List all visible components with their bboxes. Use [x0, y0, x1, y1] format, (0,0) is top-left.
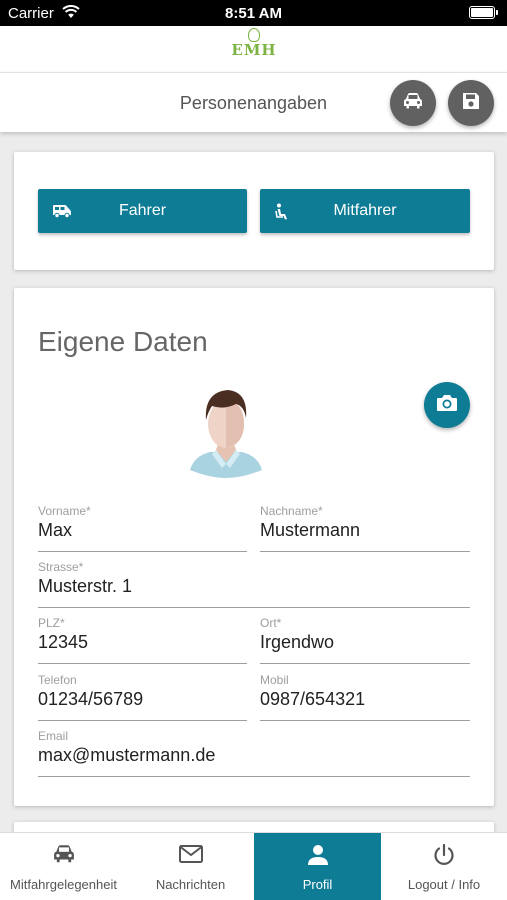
vorname-field[interactable]: Vorname* Max [38, 504, 247, 552]
tab-nachrichten[interactable]: Nachrichten [127, 833, 254, 900]
email-value[interactable]: max@mustermann.de [38, 745, 215, 766]
telefon-value[interactable]: 01234/56789 [38, 689, 143, 710]
email-field[interactable]: Email max@mustermann.de [38, 729, 470, 777]
bottom-tab-bar: Mitfahrgelegenheit Nachrichten Profil Lo… [0, 832, 507, 900]
mobil-value[interactable]: 0987/654321 [260, 689, 365, 710]
strasse-field[interactable]: Strasse* Musterstr. 1 [38, 560, 470, 608]
person-icon [254, 843, 381, 867]
vorname-value[interactable]: Max [38, 520, 72, 541]
driver-label: Fahrer [118, 202, 167, 219]
vorname-label: Vorname* [38, 504, 91, 518]
logo-bar: EMH [0, 26, 507, 72]
page-header: Personenangaben [0, 72, 507, 132]
camera-button[interactable] [424, 382, 470, 428]
van-icon [52, 203, 72, 224]
tab-label: Mitfahrgelegenheit [10, 877, 117, 892]
nachname-label: Nachname* [260, 504, 323, 518]
ort-value[interactable]: Irgendwo [260, 632, 334, 653]
avatar[interactable] [186, 384, 266, 480]
telefon-label: Telefon [38, 673, 77, 687]
ort-field[interactable]: Ort* Irgendwo [260, 616, 470, 664]
status-bar: Carrier 8:51 AM [0, 0, 507, 26]
passenger-label: Mitfahrer [333, 202, 397, 219]
tab-mitfahrgelegenheit[interactable]: Mitfahrgelegenheit [0, 833, 127, 900]
passenger-button[interactable]: Mitfahrer [260, 189, 470, 233]
save-button[interactable] [448, 80, 494, 126]
battery-icon [469, 6, 498, 19]
seated-person-icon [274, 203, 292, 226]
mobil-field[interactable]: Mobil 0987/654321 [260, 673, 470, 721]
section-heading: Eigene Daten [38, 326, 208, 357]
ort-label: Ort* [260, 616, 282, 630]
mobil-label: Mobil [260, 673, 289, 687]
plz-value[interactable]: 12345 [38, 632, 88, 653]
tab-label: Nachrichten [155, 877, 226, 892]
tab-logout-info[interactable]: Logout / Info [381, 833, 507, 900]
email-label: Email [38, 729, 69, 743]
profile-card: Eigene Daten Vorname* Max Nachname* Must… [14, 288, 494, 806]
clock: 8:51 AM [225, 5, 282, 22]
car-icon [402, 91, 424, 116]
floppy-disk-icon [461, 91, 481, 116]
driver-button[interactable]: Fahrer [38, 189, 247, 233]
logo-text: EMH [231, 41, 277, 59]
nachname-field[interactable]: Nachname* Mustermann [260, 504, 470, 552]
tab-profil[interactable]: Profil [254, 833, 381, 900]
telefon-field[interactable]: Telefon 01234/56789 [38, 673, 247, 721]
tab-label: Profil [302, 877, 333, 892]
nachname-value[interactable]: Mustermann [260, 520, 360, 541]
power-icon [381, 843, 507, 867]
envelope-icon [127, 843, 254, 865]
app-logo: EMH [224, 28, 284, 70]
role-card: Fahrer Mitfahrer [14, 152, 494, 270]
car-button[interactable] [390, 80, 436, 126]
plz-field[interactable]: PLZ* 12345 [38, 616, 247, 664]
strasse-value[interactable]: Musterstr. 1 [38, 576, 132, 597]
strasse-label: Strasse* [38, 560, 84, 574]
lightbulb-icon [248, 28, 260, 42]
camera-icon [436, 394, 458, 417]
car-icon [0, 843, 127, 865]
plz-label: PLZ* [38, 616, 65, 630]
tab-label: Logout / Info [407, 877, 481, 892]
